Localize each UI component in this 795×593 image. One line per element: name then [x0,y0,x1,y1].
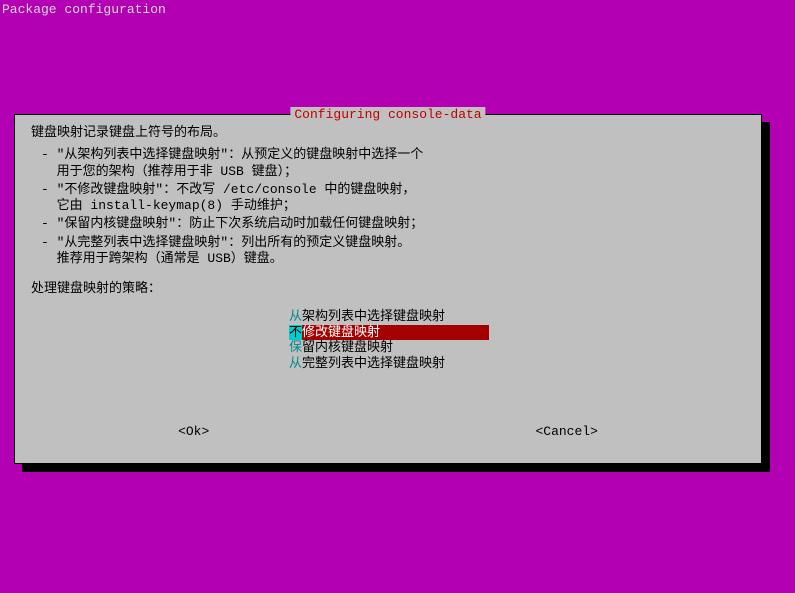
bullet-item: - "从架构列表中选择键盘映射"：从预定义的键盘映射中选择一个 用于您的架构（推… [41,147,745,180]
config-dialog: Configuring console-data 键盘映射记录键盘上符号的布局。… [14,114,762,464]
bullet-item: - "保留内核键盘映射"：防止下次系统启动时加载任何键盘映射； [41,216,745,232]
option-arch-list[interactable]: 从架构列表中选择键盘映射 [289,309,489,325]
ok-button[interactable]: <Ok> [178,424,209,439]
dialog-title: Configuring console-data [290,107,485,122]
options-list: 从架构列表中选择键盘映射 不修改键盘映射 保留内核键盘映射 从完整列表中选择键盘… [289,309,489,371]
cancel-button[interactable]: <Cancel> [535,424,597,439]
intro-text: 键盘映射记录键盘上符号的布局。 [31,125,745,141]
page-header: Package configuration [2,2,166,17]
policy-prompt: 处理键盘映射的策略： [31,281,745,297]
option-full-list[interactable]: 从完整列表中选择键盘映射 [289,356,489,372]
bullet-item: - "不修改键盘映射"：不改写 /etc/console 中的键盘映射， 它由 … [41,182,745,215]
option-no-change[interactable]: 不修改键盘映射 [289,325,489,341]
dialog-content: 键盘映射记录键盘上符号的布局。 - "从架构列表中选择键盘映射"：从预定义的键盘… [15,115,761,382]
bullet-item: - "从完整列表中选择键盘映射"：列出所有的预定义键盘映射。 推荐用于跨架构（通… [41,235,745,268]
button-row: <Ok> <Cancel> [15,424,761,439]
option-keep-kernel[interactable]: 保留内核键盘映射 [289,340,489,356]
